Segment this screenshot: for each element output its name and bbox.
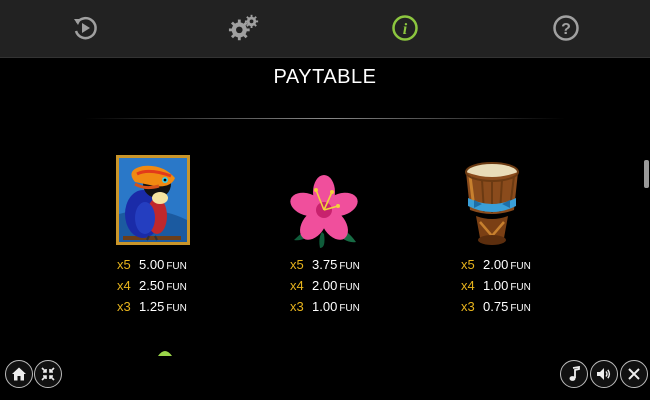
close-button[interactable]	[620, 360, 648, 388]
currency-unit: FUN	[510, 282, 531, 293]
currency-unit: FUN	[510, 261, 531, 272]
fullscreen-button[interactable]	[34, 360, 62, 388]
payout-value: 2.00	[483, 257, 509, 272]
pay-row: x4 1.00 FUN	[461, 276, 531, 297]
multiplier: x5	[117, 257, 131, 272]
svg-text:?: ?	[561, 21, 571, 38]
flower-symbol	[286, 172, 362, 255]
top-menu-bar: i ?	[0, 0, 650, 58]
payout-value: 5.00	[139, 257, 165, 272]
payout-value: 2.50	[139, 278, 165, 293]
scrollbar-thumb[interactable]	[644, 160, 649, 188]
currency-unit: FUN	[166, 282, 187, 293]
close-icon	[628, 368, 640, 380]
fullscreen-icon	[41, 367, 55, 381]
payout-value: 1.00	[312, 299, 338, 314]
toucan-paytable: x5 5.00 FUN x4 2.50 FUN x3 1.25 FUN	[117, 255, 187, 318]
pay-row: x5 2.00 FUN	[461, 255, 531, 276]
replay-icon[interactable]	[69, 12, 101, 44]
pay-row: x3 1.25 FUN	[117, 297, 187, 318]
multiplier: x4	[461, 278, 475, 293]
payout-value: 3.75	[312, 257, 338, 272]
settings-icon[interactable]	[228, 12, 260, 44]
pay-row: x5 3.75 FUN	[290, 255, 360, 276]
next-symbol-peek	[156, 343, 174, 361]
multiplier: x5	[461, 257, 475, 272]
paytable-title: PAYTABLE	[273, 66, 377, 88]
drum-paytable: x5 2.00 FUN x4 1.00 FUN x3 0.75 FUN	[461, 255, 531, 318]
multiplier: x3	[117, 299, 131, 314]
payout-value: 0.75	[483, 299, 509, 314]
currency-unit: FUN	[339, 303, 360, 314]
pay-row: x4 2.50 FUN	[117, 276, 187, 297]
sound-icon	[597, 368, 611, 380]
payout-value: 1.00	[483, 278, 509, 293]
multiplier: x4	[117, 278, 131, 293]
payout-value: 2.00	[312, 278, 338, 293]
music-icon	[569, 366, 580, 381]
svg-text:i: i	[403, 21, 408, 38]
multiplier: x3	[290, 299, 304, 314]
pay-row: x5 5.00 FUN	[117, 255, 187, 276]
pay-row: x4 2.00 FUN	[290, 276, 360, 297]
flower-paytable: x5 3.75 FUN x4 2.00 FUN x3 1.00 FUN	[290, 255, 360, 318]
title-divider	[85, 118, 565, 119]
currency-unit: FUN	[166, 261, 187, 272]
sound-button[interactable]	[590, 360, 618, 388]
currency-unit: FUN	[339, 282, 360, 293]
currency-unit: FUN	[166, 303, 187, 314]
multiplier: x3	[461, 299, 475, 314]
payout-value: 1.25	[139, 299, 165, 314]
multiplier: x4	[290, 278, 304, 293]
home-button[interactable]	[5, 360, 33, 388]
toucan-symbol	[115, 154, 191, 251]
currency-unit: FUN	[339, 261, 360, 272]
multiplier: x5	[290, 257, 304, 272]
pay-row: x3 1.00 FUN	[290, 297, 360, 318]
drum-symbol	[460, 160, 524, 255]
music-button[interactable]	[560, 360, 588, 388]
currency-unit: FUN	[510, 303, 531, 314]
pay-row: x3 0.75 FUN	[461, 297, 531, 318]
home-icon	[12, 367, 26, 381]
help-icon[interactable]: ?	[550, 12, 582, 44]
info-icon[interactable]: i	[389, 12, 421, 44]
